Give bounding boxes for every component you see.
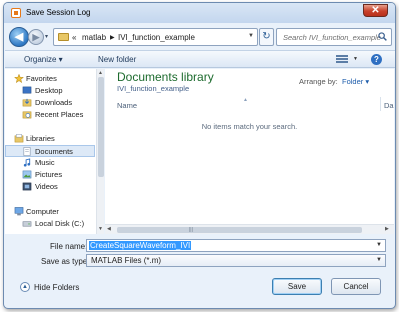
sidebar-item-libraries[interactable]: Libraries (5, 133, 95, 145)
arrange-by-label: Arrange by: (299, 77, 338, 86)
sidebar-item-recent-places[interactable]: Recent Places (5, 109, 95, 121)
sidebar-item-videos[interactable]: Videos (5, 181, 95, 193)
forward-button[interactable]: ▶ (28, 29, 44, 45)
save-as-type-select[interactable]: MATLAB Files (*.m) ▼ (86, 254, 386, 267)
pictures-icon (22, 170, 32, 179)
scroll-down-icon[interactable]: ▼ (98, 226, 103, 232)
star-icon (14, 74, 24, 83)
sidebar-item-favorites[interactable]: Favorites (5, 73, 95, 85)
refresh-button[interactable]: ↻ (259, 28, 274, 46)
file-name-dropdown-icon[interactable]: ▼ (376, 242, 382, 248)
breadcrumb-matlab[interactable]: matlab (82, 33, 106, 42)
file-name-label: File name: (50, 242, 88, 251)
save-button[interactable]: Save (272, 278, 322, 295)
sidebar-item-desktop[interactable]: Desktop (5, 85, 95, 97)
save-as-type-label: Save as type: (41, 257, 90, 266)
back-button[interactable]: ◀ (9, 27, 29, 47)
breadcrumb-prefix[interactable]: « (72, 33, 76, 42)
search-input[interactable]: Search IVI_function_example (276, 28, 392, 46)
library-subtitle[interactable]: IVI_function_example (117, 84, 189, 93)
sidebar-item-label: Favorites (26, 74, 57, 83)
sidebar-item-label: Videos (35, 182, 58, 191)
navigation-bar: ◀ ▶ ▾ « matlab ▶ IVI_function_example ▼ … (9, 26, 392, 48)
hide-folders-chevron-icon[interactable]: ▲ (20, 282, 30, 292)
library-title: Documents library (117, 70, 214, 84)
file-list-pane: Documents library IVI_function_example A… (105, 69, 394, 224)
arrange-by-dropdown[interactable]: Folder ▾ (342, 77, 369, 86)
file-name-value[interactable]: CreateSquareWaveform_IVI (89, 241, 192, 250)
close-button[interactable]: ✕ (363, 4, 388, 17)
scroll-right-icon[interactable]: ▶ (385, 226, 389, 232)
matlab-app-icon (11, 8, 21, 18)
sidebar-item-pictures[interactable]: Pictures (5, 169, 95, 181)
empty-folder-message: No items match your search. (201, 122, 298, 131)
window-title: Save Session Log (26, 8, 91, 17)
sidebar-item-label: Local Disk (C:) (35, 219, 85, 228)
sidebar-item-label: Desktop (35, 86, 63, 95)
documents-icon (23, 147, 31, 156)
file-name-input[interactable]: CreateSquareWaveform_IVI ▼ (86, 239, 386, 252)
column-header-name[interactable]: Name (117, 101, 137, 110)
videos-icon (22, 182, 32, 191)
computer-icon (14, 207, 24, 216)
breadcrumb-separator-icon[interactable]: ▶ (110, 34, 115, 41)
file-list-horizontal-scrollbar[interactable]: ◀ ||| ▶ (105, 224, 394, 234)
breadcrumb-ivi-function-example[interactable]: IVI_function_example (118, 33, 195, 42)
navigation-pane: Favorites Desktop Downloads Recent Place… (5, 69, 100, 234)
navigation-pane-scrollbar[interactable]: ▲ ▼ (96, 69, 104, 234)
organize-menu[interactable]: Organize ▾ (24, 55, 63, 64)
column-divider[interactable] (380, 97, 381, 111)
cancel-button[interactable]: Cancel (331, 278, 381, 295)
scrollbar-grip-icon: ||| (189, 227, 193, 233)
desktop-icon (22, 86, 32, 94)
sidebar-item-label: Computer (26, 207, 59, 216)
sidebar-item-downloads[interactable]: Downloads (5, 97, 95, 109)
new-folder-button[interactable]: New folder (98, 55, 136, 64)
sidebar-item-label: Music (35, 158, 55, 167)
hide-folders-link[interactable]: Hide Folders (34, 283, 79, 292)
downloads-folder-icon (22, 98, 32, 107)
title-bar: Save Session Log ✕ (4, 3, 395, 23)
scrollbar-thumb[interactable] (98, 77, 104, 177)
recent-pages-dropdown-icon[interactable]: ▾ (45, 33, 48, 40)
libraries-icon (14, 134, 24, 143)
save-as-type-dropdown-icon[interactable]: ▼ (376, 257, 382, 263)
command-bar: Organize ▾ New folder ▼ ? (5, 50, 395, 68)
hard-drive-icon (22, 221, 32, 227)
help-icon[interactable]: ? (371, 54, 382, 65)
address-dropdown-icon[interactable]: ▼ (248, 33, 254, 39)
search-placeholder: Search IVI_function_example (283, 33, 381, 42)
sidebar-item-label: Recent Places (35, 110, 84, 119)
save-dialog: Save Session Log ✕ ◀ ▶ ▾ « matlab ▶ IVI_… (3, 2, 396, 309)
sidebar-item-local-disk[interactable]: Local Disk (C:) (5, 218, 95, 230)
sidebar-item-label: Libraries (26, 134, 55, 143)
sidebar-item-label: Downloads (35, 98, 73, 107)
address-bar[interactable]: « matlab ▶ IVI_function_example ▼ (53, 28, 258, 46)
column-header-date[interactable]: Da (384, 101, 394, 110)
scroll-left-icon[interactable]: ◀ (107, 226, 111, 232)
sidebar-item-music[interactable]: Music (5, 157, 95, 169)
sidebar-item-computer[interactable]: Computer (5, 206, 95, 218)
scroll-up-icon[interactable]: ▲ (98, 70, 103, 76)
sidebar-item-label: Documents (35, 147, 73, 156)
sidebar-item-label: Pictures (35, 170, 63, 179)
search-icon[interactable] (378, 32, 387, 41)
change-view-icon[interactable] (336, 54, 350, 65)
sidebar-item-documents[interactable]: Documents (5, 145, 95, 157)
folder-icon (58, 33, 69, 41)
sort-arrow-icon: ▲ (243, 97, 248, 103)
recent-places-icon (22, 111, 32, 119)
music-icon (23, 158, 31, 167)
scrollbar-thumb[interactable] (117, 227, 362, 233)
view-options-dropdown-icon[interactable]: ▼ (353, 56, 358, 62)
save-as-type-value: MATLAB Files (*.m) (91, 256, 162, 265)
